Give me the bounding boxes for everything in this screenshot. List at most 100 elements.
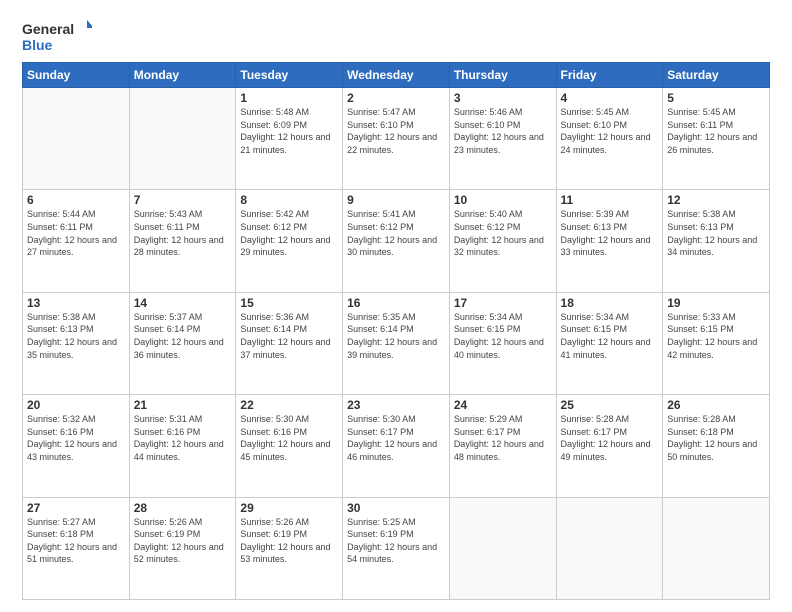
day-number: 19 [667, 296, 765, 310]
calendar-cell: 14Sunrise: 5:37 AM Sunset: 6:14 PM Dayli… [129, 292, 236, 394]
day-number: 24 [454, 398, 552, 412]
day-number: 3 [454, 91, 552, 105]
day-number: 26 [667, 398, 765, 412]
day-number: 14 [134, 296, 232, 310]
calendar-cell [449, 497, 556, 599]
day-number: 8 [240, 193, 338, 207]
day-number: 18 [561, 296, 659, 310]
calendar-cell [663, 497, 770, 599]
calendar-cell [23, 88, 130, 190]
logo: General Blue [22, 18, 92, 54]
day-info: Sunrise: 5:34 AM Sunset: 6:15 PM Dayligh… [454, 311, 552, 361]
day-info: Sunrise: 5:29 AM Sunset: 6:17 PM Dayligh… [454, 413, 552, 463]
calendar-cell: 20Sunrise: 5:32 AM Sunset: 6:16 PM Dayli… [23, 395, 130, 497]
day-info: Sunrise: 5:43 AM Sunset: 6:11 PM Dayligh… [134, 208, 232, 258]
week-row-1: 1Sunrise: 5:48 AM Sunset: 6:09 PM Daylig… [23, 88, 770, 190]
day-info: Sunrise: 5:36 AM Sunset: 6:14 PM Dayligh… [240, 311, 338, 361]
calendar-cell [129, 88, 236, 190]
page: General Blue SundayMondayTuesdayWednesda… [0, 0, 792, 612]
calendar-cell: 5Sunrise: 5:45 AM Sunset: 6:11 PM Daylig… [663, 88, 770, 190]
calendar-cell: 19Sunrise: 5:33 AM Sunset: 6:15 PM Dayli… [663, 292, 770, 394]
day-info: Sunrise: 5:38 AM Sunset: 6:13 PM Dayligh… [667, 208, 765, 258]
week-row-4: 20Sunrise: 5:32 AM Sunset: 6:16 PM Dayli… [23, 395, 770, 497]
header-saturday: Saturday [663, 63, 770, 88]
day-info: Sunrise: 5:42 AM Sunset: 6:12 PM Dayligh… [240, 208, 338, 258]
day-number: 22 [240, 398, 338, 412]
day-number: 15 [240, 296, 338, 310]
day-info: Sunrise: 5:30 AM Sunset: 6:17 PM Dayligh… [347, 413, 445, 463]
day-info: Sunrise: 5:35 AM Sunset: 6:14 PM Dayligh… [347, 311, 445, 361]
week-row-5: 27Sunrise: 5:27 AM Sunset: 6:18 PM Dayli… [23, 497, 770, 599]
day-info: Sunrise: 5:28 AM Sunset: 6:17 PM Dayligh… [561, 413, 659, 463]
day-info: Sunrise: 5:38 AM Sunset: 6:13 PM Dayligh… [27, 311, 125, 361]
calendar-cell: 4Sunrise: 5:45 AM Sunset: 6:10 PM Daylig… [556, 88, 663, 190]
calendar-header-row: SundayMondayTuesdayWednesdayThursdayFrid… [23, 63, 770, 88]
calendar-cell: 29Sunrise: 5:26 AM Sunset: 6:19 PM Dayli… [236, 497, 343, 599]
day-number: 30 [347, 501, 445, 515]
day-number: 25 [561, 398, 659, 412]
calendar-cell: 9Sunrise: 5:41 AM Sunset: 6:12 PM Daylig… [343, 190, 450, 292]
day-number: 4 [561, 91, 659, 105]
day-info: Sunrise: 5:45 AM Sunset: 6:11 PM Dayligh… [667, 106, 765, 156]
calendar-cell: 15Sunrise: 5:36 AM Sunset: 6:14 PM Dayli… [236, 292, 343, 394]
calendar-cell: 11Sunrise: 5:39 AM Sunset: 6:13 PM Dayli… [556, 190, 663, 292]
calendar-cell: 22Sunrise: 5:30 AM Sunset: 6:16 PM Dayli… [236, 395, 343, 497]
day-number: 29 [240, 501, 338, 515]
day-number: 23 [347, 398, 445, 412]
calendar-cell: 24Sunrise: 5:29 AM Sunset: 6:17 PM Dayli… [449, 395, 556, 497]
day-info: Sunrise: 5:39 AM Sunset: 6:13 PM Dayligh… [561, 208, 659, 258]
day-number: 7 [134, 193, 232, 207]
calendar-cell: 2Sunrise: 5:47 AM Sunset: 6:10 PM Daylig… [343, 88, 450, 190]
calendar-cell: 10Sunrise: 5:40 AM Sunset: 6:12 PM Dayli… [449, 190, 556, 292]
day-info: Sunrise: 5:25 AM Sunset: 6:19 PM Dayligh… [347, 516, 445, 566]
calendar-cell: 13Sunrise: 5:38 AM Sunset: 6:13 PM Dayli… [23, 292, 130, 394]
day-info: Sunrise: 5:48 AM Sunset: 6:09 PM Dayligh… [240, 106, 338, 156]
day-number: 2 [347, 91, 445, 105]
calendar-cell: 6Sunrise: 5:44 AM Sunset: 6:11 PM Daylig… [23, 190, 130, 292]
day-number: 9 [347, 193, 445, 207]
calendar-cell: 17Sunrise: 5:34 AM Sunset: 6:15 PM Dayli… [449, 292, 556, 394]
day-number: 11 [561, 193, 659, 207]
day-number: 12 [667, 193, 765, 207]
calendar-cell: 7Sunrise: 5:43 AM Sunset: 6:11 PM Daylig… [129, 190, 236, 292]
header-thursday: Thursday [449, 63, 556, 88]
day-info: Sunrise: 5:41 AM Sunset: 6:12 PM Dayligh… [347, 208, 445, 258]
calendar-table: SundayMondayTuesdayWednesdayThursdayFrid… [22, 62, 770, 600]
week-row-3: 13Sunrise: 5:38 AM Sunset: 6:13 PM Dayli… [23, 292, 770, 394]
day-info: Sunrise: 5:34 AM Sunset: 6:15 PM Dayligh… [561, 311, 659, 361]
day-number: 28 [134, 501, 232, 515]
day-info: Sunrise: 5:27 AM Sunset: 6:18 PM Dayligh… [27, 516, 125, 566]
day-info: Sunrise: 5:32 AM Sunset: 6:16 PM Dayligh… [27, 413, 125, 463]
header-wednesday: Wednesday [343, 63, 450, 88]
day-number: 1 [240, 91, 338, 105]
calendar-cell: 18Sunrise: 5:34 AM Sunset: 6:15 PM Dayli… [556, 292, 663, 394]
day-number: 10 [454, 193, 552, 207]
day-info: Sunrise: 5:44 AM Sunset: 6:11 PM Dayligh… [27, 208, 125, 258]
day-number: 6 [27, 193, 125, 207]
week-row-2: 6Sunrise: 5:44 AM Sunset: 6:11 PM Daylig… [23, 190, 770, 292]
header-friday: Friday [556, 63, 663, 88]
calendar-cell: 30Sunrise: 5:25 AM Sunset: 6:19 PM Dayli… [343, 497, 450, 599]
calendar-cell: 23Sunrise: 5:30 AM Sunset: 6:17 PM Dayli… [343, 395, 450, 497]
day-number: 13 [27, 296, 125, 310]
calendar-cell: 3Sunrise: 5:46 AM Sunset: 6:10 PM Daylig… [449, 88, 556, 190]
calendar-cell: 16Sunrise: 5:35 AM Sunset: 6:14 PM Dayli… [343, 292, 450, 394]
calendar-cell [556, 497, 663, 599]
header-sunday: Sunday [23, 63, 130, 88]
calendar-cell: 28Sunrise: 5:26 AM Sunset: 6:19 PM Dayli… [129, 497, 236, 599]
header-monday: Monday [129, 63, 236, 88]
calendar-cell: 8Sunrise: 5:42 AM Sunset: 6:12 PM Daylig… [236, 190, 343, 292]
header: General Blue [22, 18, 770, 54]
day-info: Sunrise: 5:40 AM Sunset: 6:12 PM Dayligh… [454, 208, 552, 258]
day-info: Sunrise: 5:45 AM Sunset: 6:10 PM Dayligh… [561, 106, 659, 156]
day-info: Sunrise: 5:37 AM Sunset: 6:14 PM Dayligh… [134, 311, 232, 361]
svg-text:Blue: Blue [22, 37, 53, 53]
svg-text:General: General [22, 21, 74, 37]
day-info: Sunrise: 5:30 AM Sunset: 6:16 PM Dayligh… [240, 413, 338, 463]
calendar-cell: 25Sunrise: 5:28 AM Sunset: 6:17 PM Dayli… [556, 395, 663, 497]
calendar-cell: 26Sunrise: 5:28 AM Sunset: 6:18 PM Dayli… [663, 395, 770, 497]
calendar-cell: 1Sunrise: 5:48 AM Sunset: 6:09 PM Daylig… [236, 88, 343, 190]
day-info: Sunrise: 5:26 AM Sunset: 6:19 PM Dayligh… [134, 516, 232, 566]
day-info: Sunrise: 5:28 AM Sunset: 6:18 PM Dayligh… [667, 413, 765, 463]
day-number: 27 [27, 501, 125, 515]
